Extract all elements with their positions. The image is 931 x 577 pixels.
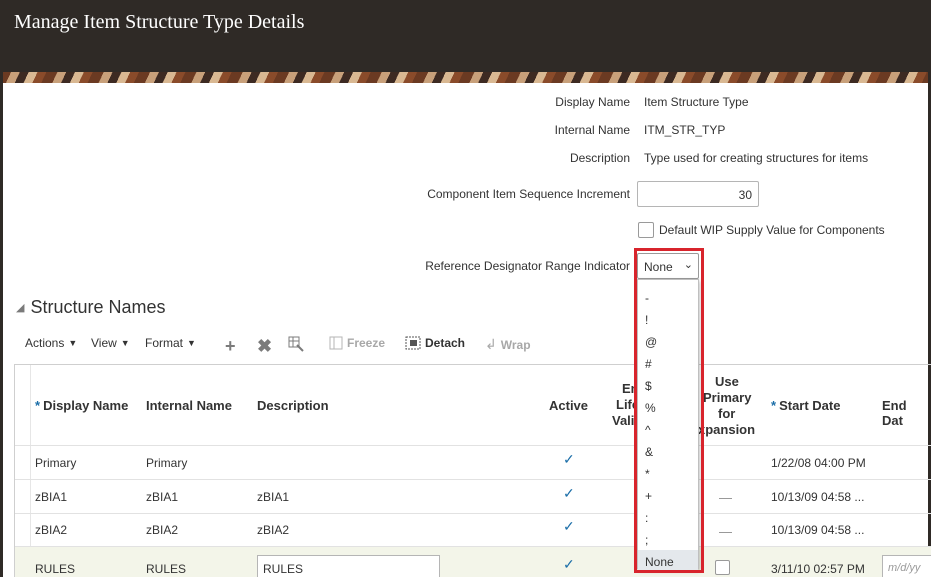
row-divider <box>15 513 931 514</box>
row3-internal-name: zBIA2 <box>146 523 179 537</box>
row1-active-check-icon: ✓ <box>563 451 575 467</box>
row3-active-check-icon: ✓ <box>563 518 575 534</box>
col-header-use-primary-4[interactable]: xpansion <box>698 422 755 437</box>
description-value: Type used for creating structures for it… <box>644 151 869 165</box>
view-label: View <box>91 336 117 350</box>
wrap-label: Wrap <box>500 337 531 352</box>
row4-end-date-input[interactable]: m/d/yy <box>882 555 931 577</box>
internal-name-value: ITM_STR_TYP <box>644 123 726 137</box>
query-by-example-icon[interactable] <box>288 336 304 352</box>
row4-display-name[interactable]: RULES <box>35 562 75 576</box>
collapse-triangle-icon[interactable]: ◢ <box>16 301 24 314</box>
view-menu[interactable]: View ▼ <box>91 336 130 350</box>
freeze-icon <box>329 336 343 350</box>
internal-name-label: Internal Name <box>554 123 630 137</box>
display-name-label: Display Name <box>555 95 630 109</box>
row-divider <box>15 479 931 480</box>
row1-internal-name: Primary <box>146 456 188 470</box>
col-header-lifecycle-3[interactable]: Vali <box>612 413 634 428</box>
row1-start-date: 1/22/08 04:00 PM <box>771 456 866 470</box>
description-label: Description <box>569 151 630 165</box>
wip-supply-label: Default WIP Supply Value for Components <box>659 223 885 237</box>
row1-display-name[interactable]: Primary <box>35 456 76 470</box>
row3-description: zBIA2 <box>257 523 290 537</box>
row2-active-check-icon: ✓ <box>563 485 575 501</box>
caret-down-icon: ▼ <box>68 338 78 348</box>
detach-button[interactable]: Detach <box>405 336 465 350</box>
detach-label: Detach <box>425 336 466 350</box>
col-header-active[interactable]: Active <box>549 398 588 413</box>
section-title: Structure Names <box>30 297 166 317</box>
freeze-button[interactable]: Freeze <box>329 336 385 350</box>
col-header-start-date[interactable]: * Start Date <box>771 398 840 413</box>
row2-display-name[interactable]: zBIA1 <box>35 490 67 504</box>
col-header-use-primary-3[interactable]: for <box>718 406 735 421</box>
caret-down-icon: ▼ <box>120 338 130 348</box>
row3-display-name[interactable]: zBIA2 <box>35 523 67 537</box>
format-menu[interactable]: Format ▼ <box>145 336 196 350</box>
ref-designator-label: Reference Designator Range Indicator <box>425 259 630 273</box>
row3-use-primary-dash <box>719 532 732 533</box>
seq-increment-label: Component Item Sequence Increment <box>427 187 630 201</box>
freeze-label: Freeze <box>347 336 386 350</box>
display-name-value: Item Structure Type <box>644 95 749 109</box>
header-banner <box>0 72 931 83</box>
row4-use-primary-checkbox[interactable] <box>715 560 730 575</box>
add-row-icon[interactable]: + <box>225 336 236 356</box>
col-header-use-primary-1[interactable]: Use <box>715 374 739 389</box>
annotation-highlight-box <box>634 248 704 573</box>
row2-use-primary-dash <box>719 498 732 499</box>
row3-start-date: 10/13/09 04:58 ... <box>771 523 865 537</box>
page-header: Manage Item Structure Type Details <box>0 0 931 72</box>
seq-increment-input[interactable]: 30 <box>637 181 759 207</box>
section-structure-names[interactable]: ◢ Structure Names <box>16 297 166 318</box>
row4-active-check-icon[interactable]: ✓ <box>563 556 575 573</box>
format-label: Format <box>145 336 184 350</box>
col-header-display-name[interactable]: * Display Name <box>35 398 128 413</box>
row2-internal-name: zBIA1 <box>146 490 179 504</box>
structure-names-table: * Display Name Internal Name Description … <box>14 364 931 577</box>
col-header-end-date[interactable]: End Dat <box>882 398 931 428</box>
wrap-icon: ↲ <box>485 336 497 352</box>
row4-start-date: 3/11/10 02:57 PM <box>771 562 865 576</box>
delete-row-icon[interactable]: ✖ <box>257 336 272 356</box>
detach-icon <box>405 336 421 350</box>
row4-description-input[interactable]: RULES <box>257 555 440 577</box>
page-title: Manage Item Structure Type Details <box>14 11 305 33</box>
wip-supply-checkbox[interactable] <box>638 222 654 238</box>
col-header-internal-name[interactable]: Internal Name <box>146 398 232 413</box>
row2-start-date: 10/13/09 04:58 ... <box>771 490 865 504</box>
frame-border-left <box>0 72 3 577</box>
caret-down-icon: ▼ <box>187 338 196 348</box>
actions-menu[interactable]: Actions ▼ <box>25 336 77 350</box>
row4-internal-name: RULES <box>146 562 187 576</box>
header-divider <box>15 445 931 446</box>
row-divider <box>15 546 931 547</box>
wrap-button[interactable]: ↲ Wrap <box>485 336 531 353</box>
col-header-description[interactable]: Description <box>257 398 329 413</box>
row2-description: zBIA1 <box>257 490 290 504</box>
col-header-use-primary-2[interactable]: Primary <box>703 390 751 405</box>
actions-label: Actions <box>25 336 65 350</box>
